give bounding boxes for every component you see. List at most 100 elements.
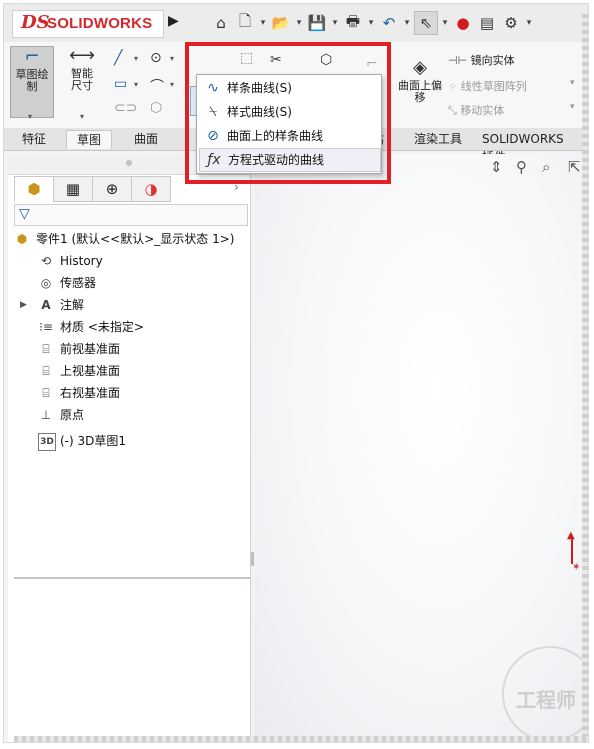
offset-entities-icon[interactable]: ⌐ xyxy=(366,56,378,72)
tree-item-label: History xyxy=(60,254,103,268)
tree-item-material[interactable]: ⁝≡ 材质 <未指定> xyxy=(14,316,250,338)
tree-item-label: 右视基准面 xyxy=(60,386,121,400)
mirror-entities-button[interactable]: ⊣⊢ 镜向实体 xyxy=(448,52,515,68)
save-dropdown-icon[interactable]: ▾ xyxy=(330,18,340,28)
new-document-icon[interactable]: 🗋 xyxy=(234,12,256,34)
open-dropdown-icon[interactable]: ▾ xyxy=(294,18,304,28)
sketch-button-label: 草图绘制 xyxy=(15,68,49,93)
property-manager-tab-icon[interactable]: ▦ xyxy=(53,176,93,202)
torn-edge-right xyxy=(582,14,588,742)
select-pointer-icon[interactable]: ⇖ xyxy=(414,11,438,35)
polygon-icon[interactable]: ⬡ xyxy=(150,100,162,116)
more-tabs-arrow-icon[interactable]: › xyxy=(234,180,239,194)
menu-item-spline-on-surface[interactable]: ⊘ 曲面上的样条曲线 xyxy=(199,125,379,147)
rollback-bar[interactable] xyxy=(14,577,250,579)
convert-entities-icon[interactable]: ⬡ xyxy=(320,52,332,68)
tree-item-label: 注解 xyxy=(60,298,85,312)
line-dropdown-icon[interactable]: ▾ xyxy=(134,54,138,63)
tree-root-label: 零件1 (默认<<默认>_显示状态 1>) xyxy=(36,232,235,246)
smart-dimension-dropdown-icon[interactable]: ▾ xyxy=(80,112,84,121)
appearance-manager-tab-icon[interactable]: ◑ xyxy=(131,176,171,202)
tree-item-annotations[interactable]: ▶ A 注解 xyxy=(14,294,250,316)
move-icon: ⤡ xyxy=(448,104,457,117)
tree-item-history[interactable]: ⟲ History xyxy=(14,250,250,272)
undo-icon[interactable]: ↶ xyxy=(378,12,400,34)
trim-entities-icon[interactable]: ✂ xyxy=(270,52,282,68)
solidworks-wordmark: SOLIDWORKS xyxy=(47,15,153,32)
rectangle-icon[interactable]: ▭ xyxy=(114,76,127,92)
tree-item-top-plane[interactable]: ⌸ 上视基准面 xyxy=(14,360,250,382)
arc-icon[interactable]: ⌒ xyxy=(150,76,164,96)
menu-expand-arrow-icon[interactable]: ▶ xyxy=(168,13,179,29)
arc-dropdown-icon[interactable]: ▾ xyxy=(170,80,174,89)
offset-on-surface-icon: ◈ xyxy=(413,57,427,78)
print-dropdown-icon[interactable]: ▾ xyxy=(366,18,376,28)
tree-item-3d-sketch[interactable]: 3D (-) 3D草图1 xyxy=(14,430,250,452)
select-dropdown-icon[interactable]: ▾ xyxy=(440,18,450,28)
slot-icon[interactable]: ⊂⊃ xyxy=(114,100,137,116)
title-bar: DS SOLIDWORKS ▶ ⌂ 🗋 ▾ 📂 ▾ 💾 ▾ 🖶 ▾ ↶ ▾ ⇖ … xyxy=(4,4,588,42)
home-icon[interactable]: ⌂ xyxy=(210,12,232,34)
tab-features[interactable]: 特征 xyxy=(12,130,56,148)
filter-icon: ▽ xyxy=(19,206,30,222)
move-dropdown-icon[interactable]: ▾ xyxy=(570,102,575,112)
menu-item-equation-curve[interactable]: ƒx 方程式驱动的曲线 xyxy=(199,148,381,172)
feature-tree-filter[interactable]: ▽ xyxy=(14,204,248,226)
rectangle-dropdown-icon[interactable]: ▾ xyxy=(134,80,138,89)
tab-sketch[interactable]: 草图 xyxy=(66,130,113,149)
tab-solidworks-addins[interactable]: SOLIDWORKS 插件 xyxy=(472,130,588,164)
plane-icon: ⌸ xyxy=(42,386,50,400)
previous-view-icon[interactable]: ⇱ xyxy=(568,158,581,176)
tab-surfaces[interactable]: 曲面 xyxy=(124,130,168,148)
linear-pattern-label: 线性草图阵列 xyxy=(460,80,527,93)
offset-on-surface-button[interactable]: ◈ 曲面上偏移 xyxy=(398,58,442,104)
menu-item-label: 曲面上的样条曲线 xyxy=(227,129,324,143)
linear-pattern-dropdown-icon[interactable]: ▾ xyxy=(570,78,575,88)
menu-item-spline[interactable]: ∿ 样条曲线(S) xyxy=(199,77,379,99)
tab-render-tools[interactable]: 渲染工具 xyxy=(404,130,472,148)
style-spline-icon: ⍀ xyxy=(208,104,218,120)
screenshot-frame: DS SOLIDWORKS ▶ ⌂ 🗋 ▾ 📂 ▾ 💾 ▾ 🖶 ▾ ↶ ▾ ⇖ … xyxy=(4,4,588,742)
tree-item-origin[interactable]: ⊥ 原点 xyxy=(14,404,250,426)
menu-item-label: 样式曲线(S) xyxy=(227,105,292,119)
spline-on-surface-icon: ⊘ xyxy=(207,128,219,144)
splitter-handle-icon[interactable] xyxy=(126,160,132,166)
options-gear-icon[interactable]: ⚙ xyxy=(500,12,522,34)
construction-geometry-icon[interactable]: ⬚ xyxy=(240,50,253,66)
undo-dropdown-icon[interactable]: ▾ xyxy=(402,18,412,28)
line-icon[interactable]: ╱ xyxy=(114,50,122,66)
configuration-manager-tab-icon[interactable]: ⊕ xyxy=(92,176,132,202)
part-icon: ⬢ xyxy=(16,232,28,246)
tree-root-part[interactable]: ⬢ 零件1 (默认<<默认>_显示状态 1>) xyxy=(14,228,250,250)
tree-item-front-plane[interactable]: ⌸ 前视基准面 xyxy=(14,338,250,360)
print-icon[interactable]: 🖶 xyxy=(342,12,364,34)
tree-item-label: 前视基准面 xyxy=(60,342,121,356)
smart-dimension-label: 智能尺寸 xyxy=(71,67,93,92)
solidworks-logo[interactable]: DS SOLIDWORKS xyxy=(12,10,164,38)
sketch-icon: ⌐ xyxy=(24,46,40,67)
traffic-light-icon[interactable]: ● xyxy=(452,12,474,34)
watermark-text: 工程师 xyxy=(516,688,576,712)
tree-item-label: 材质 <未指定> xyxy=(60,320,144,334)
menu-item-style-spline[interactable]: ⍀ 样式曲线(S) xyxy=(199,101,379,123)
tree-item-right-plane[interactable]: ⌸ 右视基准面 xyxy=(14,382,250,404)
view-orientation-icon[interactable]: ⇕ xyxy=(490,158,503,176)
tree-item-sensors[interactable]: ◎ 传感器 xyxy=(14,272,250,294)
sketch-button[interactable]: ⌐ 草图绘制 xyxy=(10,46,54,118)
save-icon[interactable]: 💾 xyxy=(306,12,328,34)
new-dropdown-icon[interactable]: ▾ xyxy=(258,18,268,28)
open-folder-icon[interactable]: 📂 xyxy=(270,12,292,34)
circle-dropdown-icon[interactable]: ▾ xyxy=(170,54,174,63)
sketch-dropdown-icon[interactable]: ▾ xyxy=(28,112,32,121)
move-entities-button[interactable]: ⤡ 移动实体 ▾ xyxy=(448,102,575,118)
options-dropdown-icon[interactable]: ▾ xyxy=(524,18,534,28)
circle-icon[interactable]: ⊙ xyxy=(150,50,162,66)
feature-manager-tab-icon[interactable]: ⬢ xyxy=(14,176,54,202)
zoom-to-area-icon[interactable]: ⌕ xyxy=(542,158,550,176)
smart-dimension-button[interactable]: ⟷ 智能尺寸 xyxy=(60,46,104,92)
spline-dropdown-menu: ∿ 样条曲线(S) ⍀ 样式曲线(S) ⊘ 曲面上的样条曲线 ƒx 方程式驱动的… xyxy=(196,74,382,174)
linear-pattern-button[interactable]: ⁘ 线性草图阵列 ▾ xyxy=(448,78,575,94)
zoom-to-fit-icon[interactable]: ⚲ xyxy=(516,158,527,176)
expand-arrow-icon[interactable]: ▶ xyxy=(20,294,27,316)
file-properties-icon[interactable]: ▤ xyxy=(476,12,498,34)
